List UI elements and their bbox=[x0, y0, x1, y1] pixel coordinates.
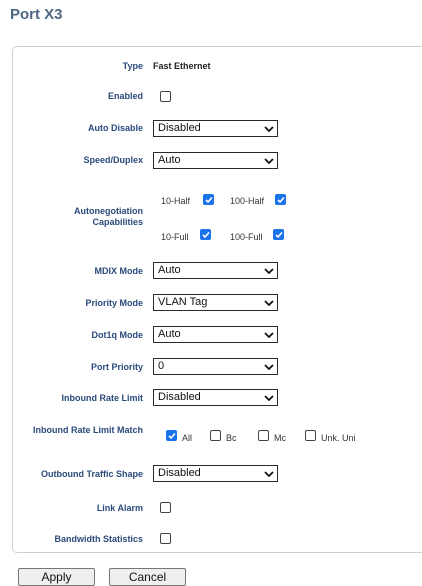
check-icon bbox=[205, 196, 213, 204]
auto-disable-label: Auto Disable bbox=[87, 123, 143, 133]
autoneg-100-full-checkbox[interactable] bbox=[273, 229, 284, 240]
match-mc-checkbox[interactable] bbox=[258, 430, 269, 441]
chevron-down-icon bbox=[264, 158, 274, 164]
outbound-traffic-shape-label: Outbound Traffic Shape bbox=[40, 469, 143, 479]
inbound-rate-limit-select[interactable]: Disabled bbox=[153, 389, 278, 406]
mdix-mode-select[interactable]: Auto bbox=[153, 262, 278, 279]
type-label: Type bbox=[122, 61, 143, 71]
dot1q-mode-value: Auto bbox=[158, 328, 181, 340]
type-value: Fast Ethernet bbox=[153, 61, 211, 71]
chevron-down-icon bbox=[264, 471, 274, 477]
inbound-rate-limit-label: Inbound Rate Limit bbox=[61, 393, 144, 403]
inbound-rate-limit-value: Disabled bbox=[158, 391, 201, 403]
speed-duplex-value: Auto bbox=[158, 154, 181, 166]
match-bc-label: Bc bbox=[226, 433, 237, 443]
outbound-traffic-shape-value: Disabled bbox=[158, 467, 201, 479]
chevron-down-icon bbox=[264, 126, 274, 132]
check-icon bbox=[277, 196, 285, 204]
match-bc-checkbox[interactable] bbox=[210, 430, 221, 441]
autoneg-100-half-checkbox[interactable] bbox=[275, 194, 286, 205]
page-title: Port X3 bbox=[10, 6, 63, 23]
check-icon bbox=[202, 231, 210, 239]
dot1q-mode-label: Dot1q Mode bbox=[91, 330, 144, 340]
autoneg-10-full-label: 10-Full bbox=[161, 232, 189, 242]
speed-duplex-label: Speed/Duplex bbox=[83, 155, 143, 165]
outbound-traffic-shape-select[interactable]: Disabled bbox=[153, 465, 278, 482]
chevron-down-icon bbox=[264, 300, 274, 306]
priority-mode-value: VLAN Tag bbox=[158, 296, 208, 308]
bandwidth-statistics-checkbox[interactable] bbox=[160, 533, 171, 544]
link-alarm-label: Link Alarm bbox=[96, 503, 143, 513]
check-icon bbox=[168, 432, 176, 440]
port-priority-value: 0 bbox=[158, 360, 165, 372]
inbound-rate-limit-match-label: Inbound Rate Limit Match bbox=[33, 425, 143, 435]
cancel-button[interactable]: Cancel bbox=[109, 568, 186, 586]
match-all-checkbox[interactable] bbox=[166, 430, 177, 441]
match-mc-label: Mc bbox=[274, 433, 286, 443]
chevron-down-icon bbox=[264, 268, 274, 274]
dot1q-mode-select[interactable]: Auto bbox=[153, 326, 278, 343]
autoneg-label: Autonegotiation Capabilities bbox=[74, 206, 143, 227]
mdix-mode-value: Auto bbox=[158, 264, 181, 276]
match-unk-uni-label: Unk. Uni bbox=[321, 433, 356, 443]
autoneg-100-full-label: 100-Full bbox=[230, 232, 263, 242]
autoneg-10-half-label: 10-Half bbox=[161, 196, 191, 206]
bandwidth-statistics-label: Bandwidth Statistics bbox=[54, 534, 143, 544]
enabled-checkbox[interactable] bbox=[160, 91, 171, 102]
port-priority-select[interactable]: 0 bbox=[153, 358, 278, 375]
autoneg-10-half-checkbox[interactable] bbox=[203, 194, 214, 205]
check-icon bbox=[275, 231, 283, 239]
speed-duplex-select[interactable]: Auto bbox=[153, 152, 278, 169]
match-unk-uni-checkbox[interactable] bbox=[305, 430, 316, 441]
autoneg-10-full-checkbox[interactable] bbox=[200, 229, 211, 240]
apply-button[interactable]: Apply bbox=[18, 568, 95, 586]
chevron-down-icon bbox=[264, 332, 274, 338]
match-all-label: All bbox=[182, 433, 193, 443]
priority-mode-label: Priority Mode bbox=[85, 298, 143, 308]
chevron-down-icon bbox=[264, 395, 274, 401]
auto-disable-value: Disabled bbox=[158, 122, 201, 134]
auto-disable-select[interactable]: Disabled bbox=[153, 120, 278, 137]
link-alarm-checkbox[interactable] bbox=[160, 502, 171, 513]
mdix-mode-label: MDIX Mode bbox=[94, 266, 144, 276]
port-priority-label: Port Priority bbox=[90, 362, 143, 372]
priority-mode-select[interactable]: VLAN Tag bbox=[153, 294, 278, 311]
autoneg-100-half-label: 100-Half bbox=[230, 196, 265, 206]
enabled-label: Enabled bbox=[107, 91, 143, 101]
chevron-down-icon bbox=[264, 364, 274, 370]
